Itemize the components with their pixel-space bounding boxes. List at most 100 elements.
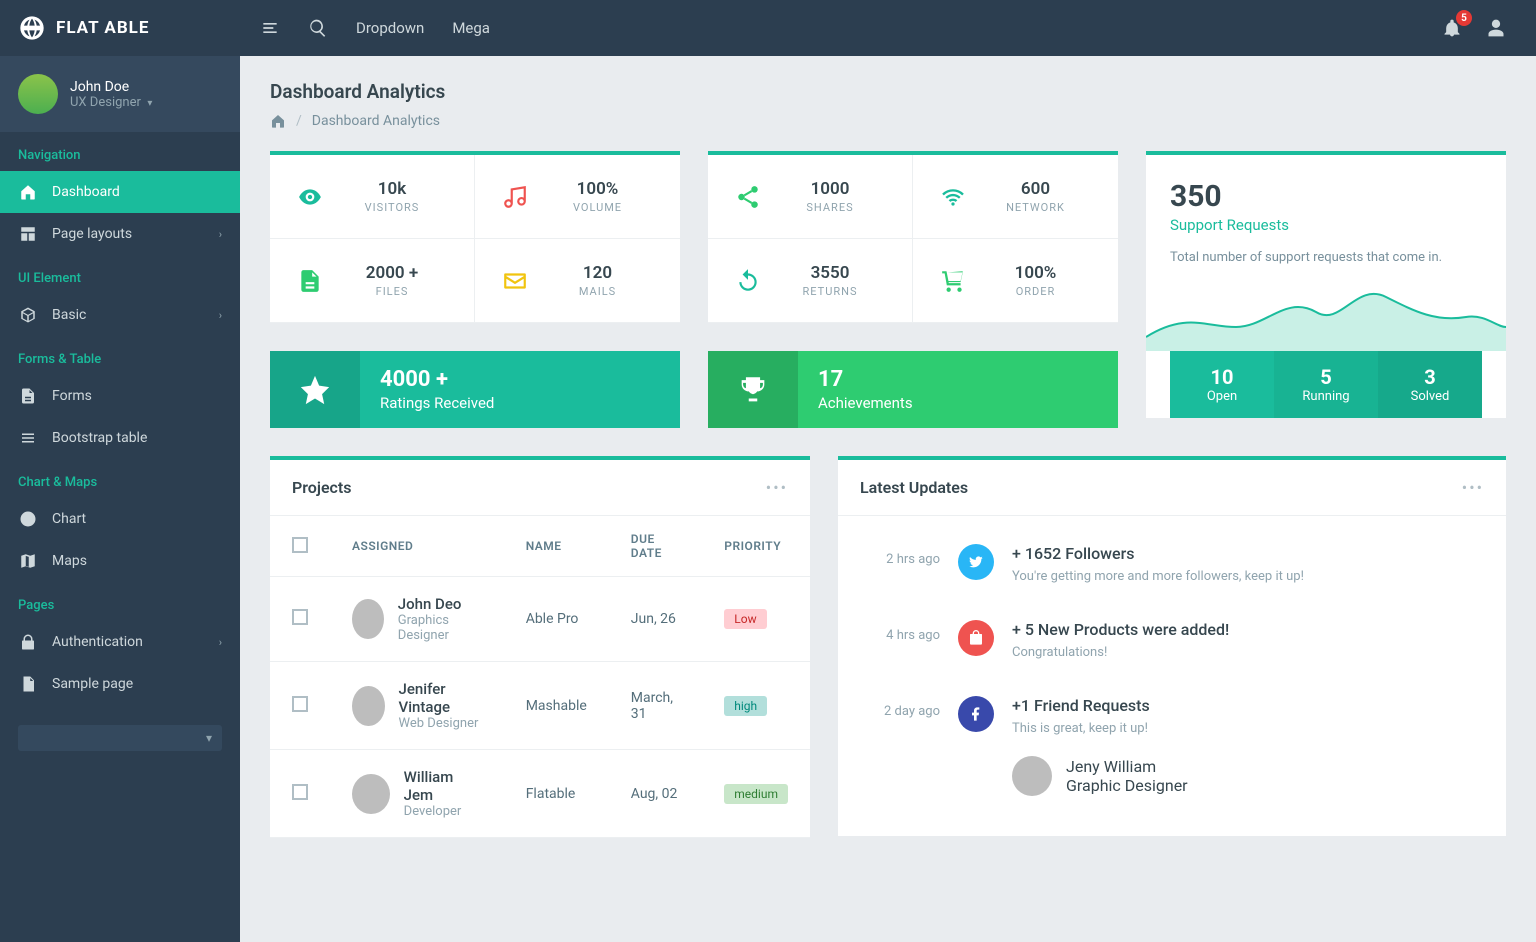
projects-card: Projects ••• ASSIGNED NAME DUE DATE PRIO… (270, 456, 810, 838)
bag-icon (958, 620, 994, 656)
user-icon (1486, 18, 1506, 38)
nav-header: Chart & Maps (0, 459, 240, 498)
sidebar-item-forms[interactable]: Forms (0, 375, 240, 417)
sidebar-item-sample-page[interactable]: Sample page (0, 663, 240, 705)
fb-icon (958, 696, 994, 732)
stat-files: 2000 +FILES (270, 239, 475, 323)
support-tab-running[interactable]: 5Running (1274, 351, 1378, 418)
sidebar-item-label: Chart (52, 511, 86, 527)
stat-network: 600NETWORK (913, 155, 1118, 239)
nav-header: Pages (0, 582, 240, 621)
sidebar-item-label: Sample page (52, 676, 133, 692)
nav-header: UI Element (0, 255, 240, 294)
tw-icon (958, 544, 994, 580)
chevron-down-icon: ▾ (145, 98, 153, 109)
update-item: 2 day ago +1 Friend RequestsThis is grea… (860, 678, 1484, 814)
sidebar-item-label: Bootstrap table (52, 430, 147, 446)
cube-icon (18, 306, 38, 324)
sidebar-item-maps[interactable]: Maps (0, 540, 240, 582)
card-menu-icon[interactable]: ••• (1462, 478, 1484, 497)
checkbox[interactable] (292, 784, 308, 800)
stats-block-b: 1000SHARES600NETWORK3550RETURNS100%ORDER (708, 151, 1118, 323)
breadcrumb-separator: / (296, 113, 302, 129)
notifications-button[interactable]: 5 (1442, 18, 1462, 38)
stat-returns: 3550RETURNS (708, 239, 913, 323)
undo-icon (728, 268, 768, 294)
brand-text: FLAT ABLE (56, 18, 149, 38)
update-person[interactable]: Jeny WilliamGraphic Designer (1012, 756, 1188, 796)
file-icon (18, 387, 38, 405)
user-block[interactable]: John Doe UX Designer ▾ (0, 56, 240, 132)
profile-button[interactable] (1486, 18, 1506, 38)
stat-order: 100%ORDER (913, 239, 1118, 323)
chevron-down-icon: ▾ (206, 731, 212, 745)
avatar (352, 686, 385, 726)
update-time: 2 day ago (860, 696, 940, 796)
updates-title: Latest Updates (860, 478, 968, 497)
eye-icon (290, 184, 330, 210)
stats-block-a: 10kVISITORS100%VOLUME2000 +FILES120MAILS (270, 151, 680, 323)
card-menu-icon[interactable]: ••• (766, 478, 788, 497)
chevron-right-icon: › (219, 309, 222, 322)
table-row[interactable]: John DeoGraphics Designer Able ProJun, 2… (270, 577, 810, 662)
menu-toggle-icon[interactable] (260, 18, 280, 38)
sidebar-item-dashboard[interactable]: Dashboard (0, 171, 240, 213)
update-item: 2 hrs ago + 1652 FollowersYou're getting… (860, 526, 1484, 602)
nav-mega[interactable]: Mega (452, 19, 490, 37)
user-name: John Doe (70, 79, 152, 95)
lock-icon (18, 633, 38, 651)
mail-icon (495, 268, 535, 294)
support-tab-solved[interactable]: 3Solved (1378, 351, 1482, 418)
support-value: 350 (1170, 179, 1482, 214)
table-row[interactable]: Jenifer VintageWeb Designer MashableMarc… (270, 662, 810, 750)
support-tabs: 10Open 5Running 3Solved (1170, 351, 1482, 418)
support-label: Support Requests (1170, 216, 1482, 234)
breadcrumb-current: Dashboard Analytics (312, 113, 440, 129)
notification-badge: 5 (1456, 10, 1472, 26)
main-content: Dashboard Analytics / Dashboard Analytic… (240, 56, 1536, 862)
music-icon (495, 184, 535, 210)
chevron-right-icon: › (219, 228, 222, 241)
table-row[interactable]: William JemDeveloper FlatableAug, 02 med… (270, 750, 810, 838)
globe-icon (18, 14, 46, 42)
chevron-right-icon: › (219, 636, 222, 649)
priority-tag: medium (724, 784, 788, 804)
sidebar-item-label: Forms (52, 388, 92, 404)
avatar (18, 74, 58, 114)
home-icon (18, 183, 38, 201)
update-item: 4 hrs ago + 5 New Products were added!Co… (860, 602, 1484, 678)
stat-mails: 120MAILS (475, 239, 680, 323)
avatar (352, 599, 384, 639)
sidebar-item-bootstrap-table[interactable]: Bootstrap table (0, 417, 240, 459)
sidebar-item-basic[interactable]: Basic› (0, 294, 240, 336)
layout-icon (18, 225, 38, 243)
checkbox[interactable] (292, 696, 308, 712)
search-icon[interactable] (308, 18, 328, 38)
sidebar: John Doe UX Designer ▾ NavigationDashboa… (0, 56, 240, 942)
trophy-icon (708, 351, 798, 428)
sidebar-item-page-layouts[interactable]: Page layouts› (0, 213, 240, 255)
logo[interactable]: FLAT ABLE (0, 14, 240, 42)
map-icon (18, 552, 38, 570)
nav-header: Forms & Table (0, 336, 240, 375)
checkbox-all[interactable] (292, 537, 308, 553)
home-icon[interactable] (270, 113, 286, 129)
user-role: UX Designer ▾ (70, 95, 152, 110)
sidebar-item-authentication[interactable]: Authentication › (0, 621, 240, 663)
file-icon (290, 268, 330, 294)
support-tab-open[interactable]: 10Open (1170, 351, 1274, 418)
avatar (1012, 756, 1052, 796)
updates-card: Latest Updates ••• 2 hrs ago + 1652 Foll… (838, 456, 1506, 836)
support-card: 350 Support Requests Total number of sup… (1146, 151, 1506, 418)
stat-visitors: 10kVISITORS (270, 155, 475, 239)
checkbox[interactable] (292, 609, 308, 625)
sidebar-collapsed-item[interactable]: ▾ (18, 725, 222, 751)
sidebar-item-label: Authentication (52, 634, 143, 650)
nav-dropdown[interactable]: Dropdown (356, 19, 424, 37)
star-icon (270, 351, 360, 428)
sidebar-item-chart[interactable]: Chart (0, 498, 240, 540)
update-time: 2 hrs ago (860, 544, 940, 584)
highlight-ratings: 4000 +Ratings Received (270, 351, 680, 428)
avatar (352, 774, 390, 814)
highlight-achievements: 17Achievements (708, 351, 1118, 428)
